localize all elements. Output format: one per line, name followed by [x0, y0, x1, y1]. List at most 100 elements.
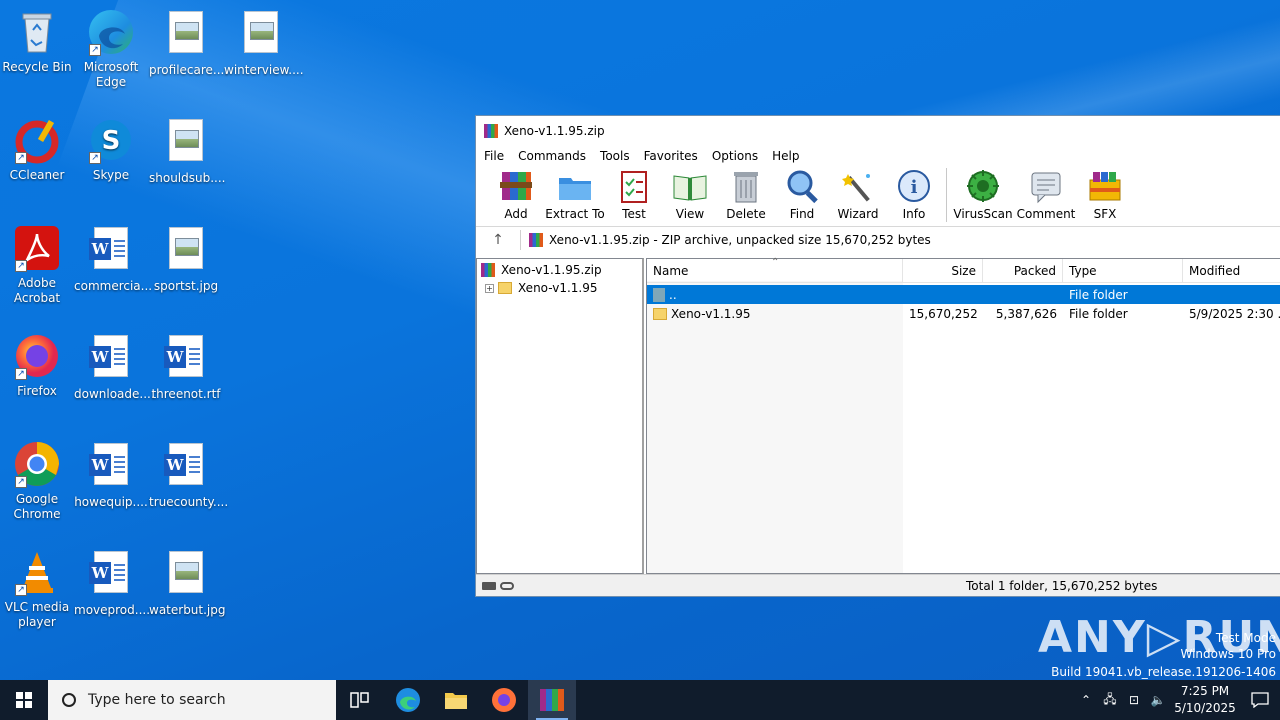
desktop-icon-label: moveprod.... [74, 603, 151, 617]
desktop-icon-word-file[interactable]: W threenot.rtf [149, 332, 223, 402]
comment-button[interactable]: Comment [1015, 168, 1077, 221]
desktop-icon-firefox[interactable]: ↗ Firefox [0, 332, 74, 399]
menu-help[interactable]: Help [772, 149, 799, 163]
column-header-modified[interactable]: Modified [1183, 259, 1280, 283]
test-clipboard-icon [616, 168, 652, 204]
test-mode-label: Test Mode [1215, 631, 1276, 645]
menu-commands[interactable]: Commands [518, 149, 586, 163]
menu-options[interactable]: Options [712, 149, 758, 163]
desktop-icon-acrobat[interactable]: ↗ Adobe Acrobat [0, 224, 74, 306]
sfx-button[interactable]: SFX [1077, 168, 1133, 221]
desktop-icon-image-file[interactable]: winterview.... [224, 8, 304, 78]
up-arrow-icon[interactable]: ↑ [476, 232, 520, 248]
search-icon [62, 693, 76, 707]
taskbar-file-explorer[interactable] [432, 680, 480, 720]
desktop-icon-image-file[interactable]: sportst.jpg [149, 224, 223, 294]
shortcut-arrow-icon: ↗ [15, 368, 27, 380]
magnifier-icon [784, 168, 820, 204]
find-button[interactable]: Find [774, 168, 830, 221]
desktop-icon-skype[interactable]: S ↗ Skype [74, 116, 148, 183]
image-file-icon [169, 227, 203, 269]
shortcut-arrow-icon: ↗ [15, 152, 27, 164]
key-icon[interactable] [500, 581, 514, 590]
edge-icon [396, 688, 420, 712]
desktop-icon-chrome[interactable]: ↗ Google Chrome [0, 440, 74, 522]
test-button[interactable]: Test [606, 168, 662, 221]
menu-file[interactable]: File [484, 149, 504, 163]
folder-tree[interactable]: Xeno-v1.1.95.zip + Xeno-v1.1.95 [476, 258, 644, 574]
menu-bar: File Commands Tools Favorites Options He… [476, 146, 1280, 166]
file-list[interactable]: Name ⌃ Size Packed Type Modified .. File [646, 257, 1280, 574]
address-path[interactable]: Xeno-v1.1.95.zip - ZIP archive, unpacked… [549, 233, 931, 247]
wizard-button[interactable]: Wizard [830, 168, 886, 221]
extract-to-button[interactable]: Extract To [544, 168, 606, 221]
clock[interactable]: 7:25 PM 5/10/2025 [1170, 683, 1240, 717]
table-row[interactable]: .. File folder [647, 285, 1280, 304]
desktop-icon-word-file[interactable]: W commercia... [74, 224, 152, 294]
info-icon: i [896, 168, 932, 204]
folder-icon [445, 693, 467, 709]
tree-item-folder[interactable]: + Xeno-v1.1.95 [481, 279, 638, 297]
folder-icon [498, 282, 512, 294]
column-header-type[interactable]: Type [1063, 259, 1183, 283]
desktop-icon-image-file[interactable]: profilecare.... [149, 8, 228, 78]
taskbar-search-box[interactable]: Type here to search [48, 680, 336, 720]
word-document-icon: W [89, 335, 128, 377]
image-file-icon [169, 11, 203, 53]
desktop-icon-edge[interactable]: ↗ Microsoft Edge [74, 8, 148, 90]
column-header-packed[interactable]: Packed [983, 259, 1063, 283]
drive-icon[interactable] [482, 581, 496, 590]
desktop-icon-vlc[interactable]: ↗ VLC media player [0, 548, 74, 630]
winrar-window[interactable]: Xeno-v1.1.95.zip File Commands Tools Fav… [475, 115, 1280, 597]
menu-favorites[interactable]: Favorites [644, 149, 698, 163]
start-button[interactable] [0, 680, 48, 720]
desktop-icon-label: Google Chrome [13, 492, 61, 521]
desktop-icon-word-file[interactable]: W truecounty.... [149, 440, 228, 510]
show-hidden-icons-icon[interactable]: ⌃ [1074, 693, 1098, 707]
network-status-icon[interactable]: 🖧 [1098, 690, 1122, 711]
expand-plus-icon[interactable]: + [485, 283, 494, 293]
vlc-icon: ↗ [13, 548, 61, 596]
column-header-size[interactable]: Size [903, 259, 983, 283]
word-document-icon: W [89, 443, 128, 485]
view-button[interactable]: View [662, 168, 718, 221]
taskbar-winrar[interactable] [528, 680, 576, 720]
acrobat-icon: ↗ [13, 224, 61, 272]
add-button[interactable]: Add [488, 168, 544, 221]
sfx-archive-icon [1087, 168, 1123, 204]
shortcut-arrow-icon: ↗ [89, 44, 101, 56]
taskbar-firefox[interactable] [480, 680, 528, 720]
desktop-icon-word-file[interactable]: W downloade.... [74, 332, 155, 402]
desktop-icon-image-file[interactable]: waterbut.jpg [149, 548, 226, 618]
magic-wand-icon [840, 168, 876, 204]
skype-icon: S ↗ [87, 116, 135, 164]
comment-icon [1028, 168, 1064, 204]
desktop-icon-image-file[interactable]: shouldsub.... [149, 116, 226, 186]
desktop-icon-label: threenot.rtf [151, 387, 221, 401]
title-bar[interactable]: Xeno-v1.1.95.zip [476, 116, 1280, 146]
desktop-icon-ccleaner[interactable]: ↗ CCleaner [0, 116, 74, 183]
extract-folder-icon [557, 168, 593, 204]
column-header-name[interactable]: Name ⌃ [647, 257, 903, 283]
desktop-icon-word-file[interactable]: W moveprod.... [74, 548, 151, 618]
desktop-icon-recycle-bin[interactable]: Recycle Bin [0, 8, 74, 75]
tree-item-root[interactable]: Xeno-v1.1.95.zip [481, 261, 638, 279]
info-button[interactable]: i Info [886, 168, 942, 221]
network-icon[interactable]: ⊡ [1122, 693, 1146, 707]
menu-tools[interactable]: Tools [600, 149, 630, 163]
desktop-icon-label: sportst.jpg [153, 279, 219, 293]
word-document-icon: W [89, 227, 128, 269]
taskbar-edge[interactable] [384, 680, 432, 720]
task-view-button[interactable] [336, 680, 384, 720]
desktop: Recycle Bin ↗ CCleaner ↗ Adobe Acrobat ↗… [0, 0, 1280, 680]
desktop-icon-word-file[interactable]: W howequip.... [74, 440, 148, 510]
delete-button[interactable]: Delete [718, 168, 774, 221]
volume-icon[interactable]: 🔈 [1146, 693, 1170, 707]
image-file-icon [244, 11, 278, 53]
shortcut-arrow-icon: ↗ [15, 584, 27, 596]
table-row[interactable]: Xeno-v1.1.95 15,670,252 5,387,626 File f… [647, 304, 1280, 323]
windows-logo-icon [16, 692, 32, 708]
virusscan-button[interactable]: VirusScan [951, 168, 1015, 221]
notifications-button[interactable] [1240, 680, 1280, 720]
build-label: Build 19041.vb_release.191206-1406 [1051, 665, 1276, 679]
